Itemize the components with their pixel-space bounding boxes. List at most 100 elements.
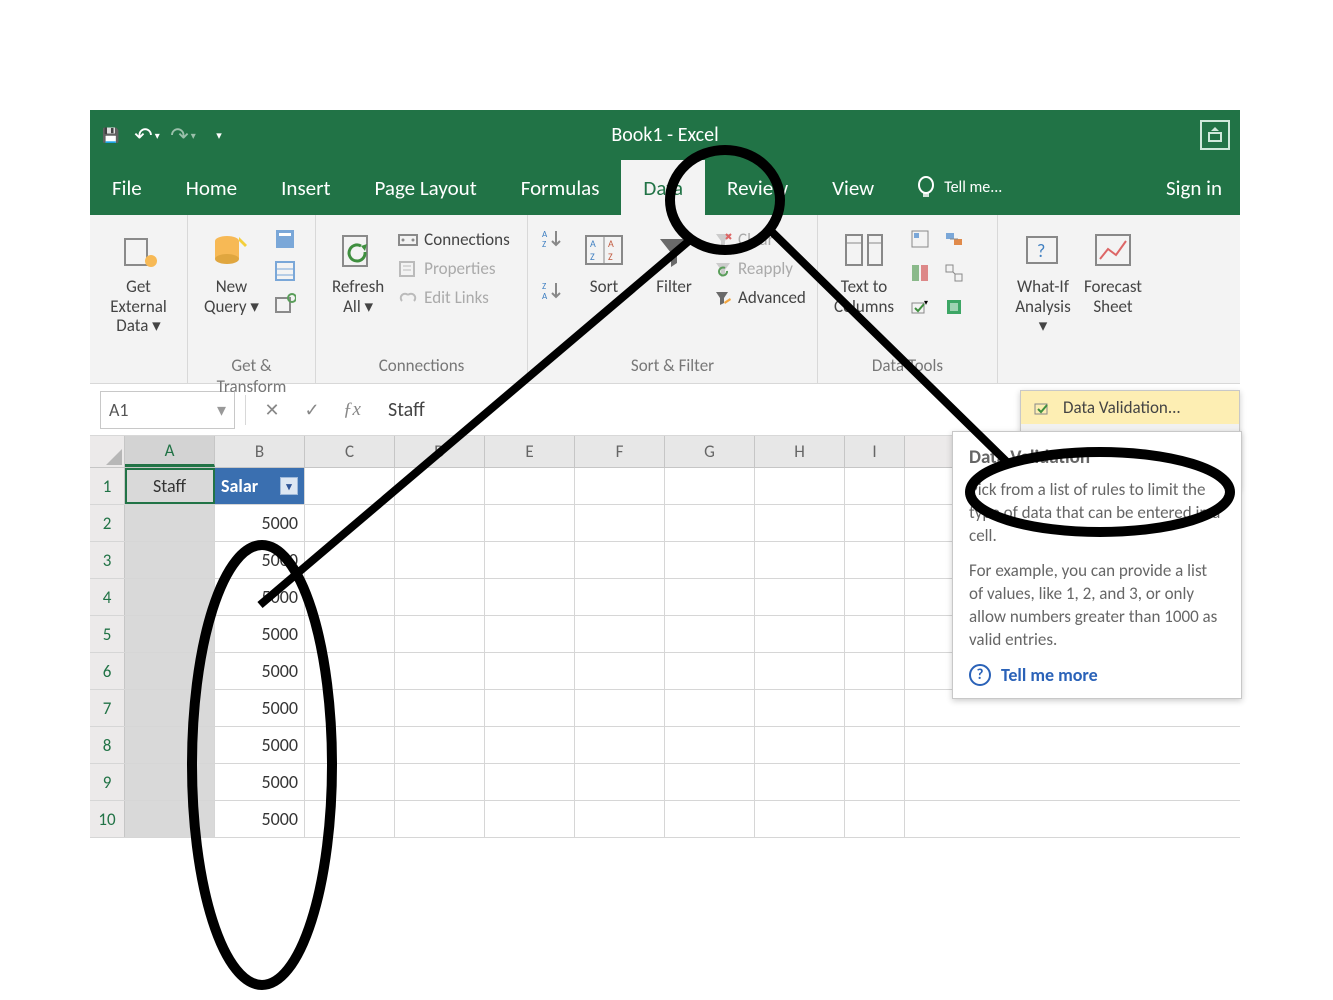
col-header-E[interactable]: E bbox=[485, 436, 575, 467]
cell[interactable] bbox=[665, 468, 755, 504]
cell[interactable] bbox=[125, 653, 215, 689]
tab-file[interactable]: File bbox=[90, 160, 164, 215]
col-header-I[interactable]: I bbox=[845, 436, 905, 467]
tab-view[interactable]: View bbox=[810, 160, 896, 215]
cell[interactable]: 5000 bbox=[215, 542, 305, 578]
cell[interactable] bbox=[485, 801, 575, 837]
clear-filter-button[interactable]: Clear bbox=[714, 227, 806, 252]
filter-button[interactable]: Filter bbox=[642, 221, 706, 301]
edit-links-button[interactable]: Edit Links bbox=[398, 285, 510, 310]
cell[interactable] bbox=[305, 801, 395, 837]
cell[interactable] bbox=[755, 579, 845, 615]
cell[interactable] bbox=[125, 727, 215, 763]
tell-me-more-link[interactable]: ? Tell me more bbox=[969, 664, 1225, 686]
cell[interactable] bbox=[755, 801, 845, 837]
cell[interactable] bbox=[755, 616, 845, 652]
undo-icon[interactable]: ↶▾ bbox=[132, 120, 162, 150]
cell[interactable] bbox=[125, 690, 215, 726]
row-header[interactable]: 5 bbox=[90, 616, 125, 652]
sort-asc-icon[interactable]: AZ bbox=[538, 225, 566, 253]
cell[interactable] bbox=[395, 653, 485, 689]
cell[interactable] bbox=[305, 505, 395, 541]
cell[interactable] bbox=[575, 542, 665, 578]
cell[interactable] bbox=[665, 653, 755, 689]
text-to-columns-button[interactable]: Text toColumns bbox=[828, 221, 900, 320]
cell[interactable] bbox=[125, 764, 215, 800]
select-all-triangle[interactable] bbox=[90, 436, 125, 467]
cell[interactable] bbox=[485, 653, 575, 689]
cell[interactable] bbox=[845, 542, 905, 578]
cell[interactable]: Salar▾ bbox=[215, 468, 305, 504]
cell[interactable] bbox=[575, 764, 665, 800]
col-header-A[interactable]: A bbox=[125, 436, 215, 467]
cell[interactable] bbox=[845, 653, 905, 689]
cell[interactable] bbox=[845, 616, 905, 652]
cell[interactable] bbox=[485, 727, 575, 763]
cell[interactable] bbox=[395, 468, 485, 504]
redo-icon[interactable]: ↷▾ bbox=[168, 120, 198, 150]
data-validation-menu-item[interactable]: Data Validation... bbox=[1021, 391, 1239, 424]
from-table-icon[interactable] bbox=[271, 257, 299, 285]
enter-formula-icon[interactable]: ✓ bbox=[292, 399, 332, 421]
get-external-data-button[interactable]: Get ExternalData ▾ bbox=[100, 221, 177, 340]
cell[interactable] bbox=[575, 690, 665, 726]
cell[interactable] bbox=[125, 579, 215, 615]
cell[interactable] bbox=[395, 505, 485, 541]
sort-button[interactable]: AZAZ Sort bbox=[572, 221, 636, 301]
tell-me-search[interactable]: Tell me... bbox=[896, 160, 1002, 215]
sign-in-link[interactable]: Sign in bbox=[1166, 160, 1222, 215]
cell[interactable] bbox=[485, 579, 575, 615]
cell[interactable]: 5000 bbox=[215, 653, 305, 689]
row-header[interactable]: 8 bbox=[90, 727, 125, 763]
row-header[interactable]: 7 bbox=[90, 690, 125, 726]
properties-button[interactable]: Properties bbox=[398, 256, 510, 281]
cell[interactable] bbox=[305, 727, 395, 763]
cell[interactable] bbox=[755, 764, 845, 800]
cell[interactable]: 5000 bbox=[215, 801, 305, 837]
row-header[interactable]: 1 bbox=[90, 468, 125, 504]
relationships-icon[interactable] bbox=[940, 259, 968, 287]
row-header[interactable]: 10 bbox=[90, 801, 125, 837]
tab-formulas[interactable]: Formulas bbox=[499, 160, 622, 215]
cell[interactable] bbox=[575, 505, 665, 541]
col-header-G[interactable]: G bbox=[665, 436, 755, 467]
cell[interactable] bbox=[395, 579, 485, 615]
forecast-sheet-button[interactable]: ForecastSheet bbox=[1078, 221, 1148, 320]
cell[interactable] bbox=[665, 727, 755, 763]
show-queries-icon[interactable] bbox=[271, 225, 299, 253]
row-header[interactable]: 4 bbox=[90, 579, 125, 615]
col-header-B[interactable]: B bbox=[215, 436, 305, 467]
cell[interactable] bbox=[305, 653, 395, 689]
cell[interactable] bbox=[395, 690, 485, 726]
row-header[interactable]: 3 bbox=[90, 542, 125, 578]
cell[interactable] bbox=[305, 468, 395, 504]
cell[interactable] bbox=[395, 764, 485, 800]
cell[interactable] bbox=[845, 764, 905, 800]
what-if-button[interactable]: ? What-IfAnalysis ▾ bbox=[1008, 221, 1078, 340]
recent-sources-icon[interactable] bbox=[271, 289, 299, 317]
tab-home[interactable]: Home bbox=[164, 160, 259, 215]
cell[interactable]: 5000 bbox=[215, 690, 305, 726]
cell[interactable] bbox=[845, 727, 905, 763]
remove-duplicates-icon[interactable] bbox=[906, 259, 934, 287]
cell[interactable] bbox=[845, 468, 905, 504]
cell[interactable] bbox=[665, 690, 755, 726]
cell[interactable] bbox=[845, 505, 905, 541]
cell[interactable] bbox=[305, 764, 395, 800]
advanced-filter-button[interactable]: Advanced bbox=[714, 285, 806, 310]
cell[interactable] bbox=[125, 542, 215, 578]
cell[interactable] bbox=[125, 616, 215, 652]
filter-dropdown-icon[interactable]: ▾ bbox=[280, 477, 298, 495]
cell[interactable] bbox=[485, 468, 575, 504]
cell[interactable]: 5000 bbox=[215, 764, 305, 800]
cancel-formula-icon[interactable]: ✕ bbox=[252, 399, 292, 421]
tab-data[interactable]: Data bbox=[621, 160, 705, 215]
cell[interactable] bbox=[665, 616, 755, 652]
new-query-button[interactable]: NewQuery ▾ bbox=[198, 221, 265, 320]
cell[interactable] bbox=[575, 653, 665, 689]
cell[interactable] bbox=[665, 801, 755, 837]
cell[interactable] bbox=[395, 801, 485, 837]
cell[interactable]: Staff bbox=[125, 468, 215, 504]
cell[interactable] bbox=[665, 505, 755, 541]
data-validation-icon[interactable]: ▾ bbox=[906, 293, 934, 321]
